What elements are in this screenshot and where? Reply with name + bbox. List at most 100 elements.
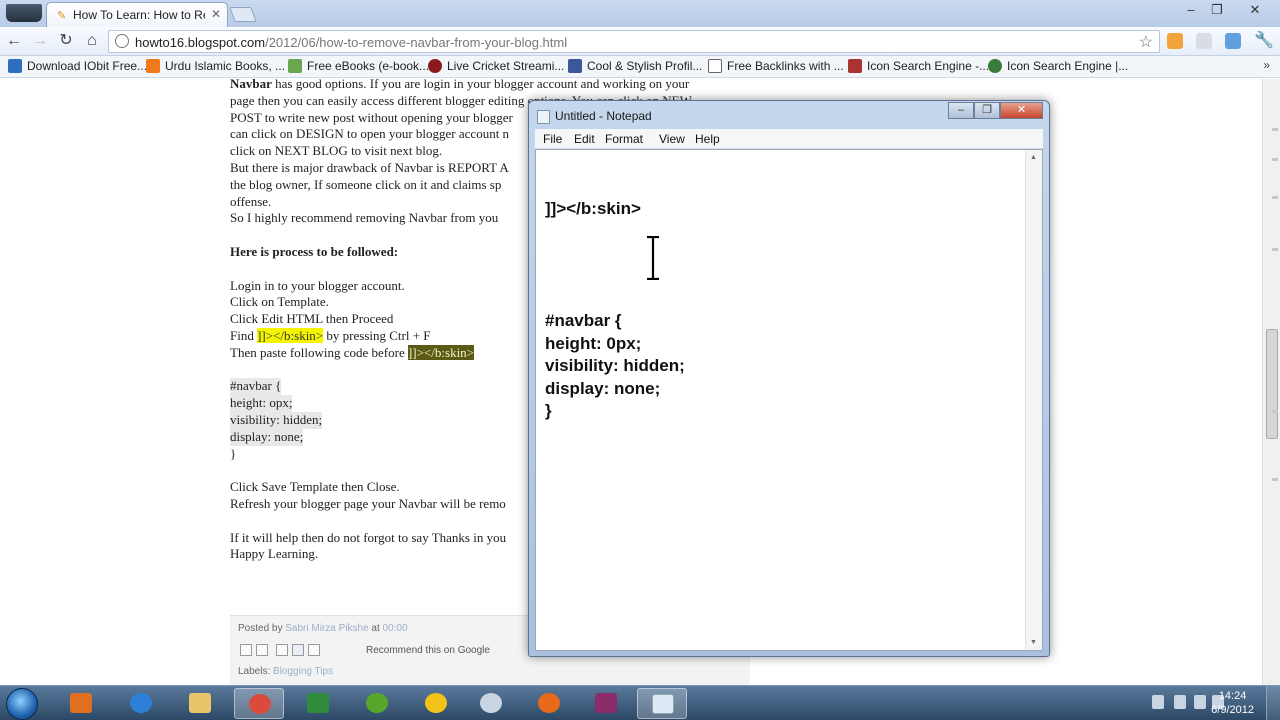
taskbar-excel[interactable]	[293, 688, 343, 719]
notepad-line: height: 0px;	[545, 334, 642, 353]
menu-format[interactable]: Format	[605, 132, 643, 146]
extension-icon[interactable]	[1196, 33, 1212, 49]
wrench-menu-icon[interactable]: 🔧	[1254, 31, 1274, 51]
scroll-up-arrow-icon[interactable]: ▲	[1030, 154, 1037, 161]
scrollbar-marker	[1272, 248, 1278, 251]
bookmark-item[interactable]: Icon Search Engine -...	[848, 59, 989, 75]
notepad-minimize-button[interactable]: ‒	[948, 102, 974, 119]
address-bar[interactable]: howto16.blogspot.com/2012/06/how-to-remo…	[108, 30, 1160, 53]
notepad-titlebar[interactable]: Untitled - Notepad ‒ ❐ ✕	[529, 101, 1049, 129]
bookmarks-bar: Download IObit Free... Urdu Islamic Book…	[0, 56, 1280, 78]
network-status-icon[interactable]	[1194, 695, 1206, 709]
taskbar-notepad[interactable]	[637, 688, 687, 719]
blog-this-icon[interactable]	[256, 644, 268, 656]
menu-view[interactable]: View	[659, 132, 685, 146]
internet-explorer-icon	[130, 693, 152, 713]
bookmark-star-icon[interactable]: ☆	[1139, 32, 1153, 52]
plus-one-icon[interactable]	[308, 644, 320, 656]
minimize-button[interactable]: ‒	[1180, 2, 1202, 17]
taskbar-messenger[interactable]	[411, 688, 461, 719]
start-button[interactable]	[6, 688, 38, 720]
menu-file[interactable]: File	[543, 132, 562, 146]
chrome-icon	[249, 694, 271, 714]
browser-tab[interactable]: ✎ How To Learn: How to Rem ✕	[46, 2, 228, 27]
extension-icon[interactable]	[1167, 33, 1183, 49]
notepad-window[interactable]: Untitled - Notepad ‒ ❐ ✕ File Edit Format …	[528, 100, 1050, 657]
blogger-favicon-icon: ✎	[57, 10, 67, 22]
highlighted-code: ]]></b:skin>	[257, 327, 324, 343]
email-share-icon[interactable]	[240, 644, 252, 656]
notepad-app-icon[interactable]	[537, 110, 550, 124]
notepad-title: Untitled - Notepad	[555, 109, 652, 123]
bookmark-favicon-icon	[708, 59, 722, 73]
browser-toolbar: ← → ↻ ⌂ howto16.blogspot.com/2012/06/how…	[0, 27, 1280, 56]
winrar-icon	[595, 693, 617, 713]
taskbar-explorer[interactable]	[175, 688, 225, 719]
author-link[interactable]: Sabri Mirza Pikshe	[285, 623, 368, 634]
new-tab-button[interactable]	[229, 7, 257, 22]
maximize-button[interactable]: ❐	[1206, 2, 1228, 18]
notepad-maximize-button[interactable]: ❐	[974, 102, 1000, 119]
home-icon[interactable]: ⌂	[82, 31, 102, 51]
tab-title: How To Learn: How to Rem	[73, 8, 205, 22]
notepad-scrollbar[interactable]: ▲ ▼	[1025, 150, 1042, 650]
bookmark-item[interactable]: Free eBooks (e-book...	[288, 59, 429, 75]
menu-help[interactable]: Help	[695, 132, 720, 146]
taskbar-winrar[interactable]	[581, 688, 631, 719]
messenger-icon	[425, 693, 447, 713]
page-scrollbar[interactable]	[1262, 79, 1280, 685]
chart-app-icon	[307, 693, 329, 713]
time-link[interactable]: 00:00	[383, 623, 408, 634]
facebook-share-icon[interactable]	[292, 644, 304, 656]
taskbar-internet-explorer[interactable]	[116, 688, 166, 719]
taskbar-chrome[interactable]	[234, 688, 284, 719]
show-desktop-button[interactable]	[1266, 686, 1280, 720]
labels-text: Labels: Blogging Tips	[238, 666, 334, 677]
tray-app-icon[interactable]	[1174, 695, 1186, 709]
text-cursor-icon	[647, 236, 659, 280]
windows-taskbar: 14:24 6/9/2012	[0, 685, 1280, 720]
browser-tabstrip: ✎ How To Learn: How to Rem ✕ ‒ ❐ ✕	[0, 0, 1280, 27]
folder-icon	[189, 693, 211, 713]
url-text: howto16.blogspot.com/2012/06/how-to-remo…	[135, 35, 568, 50]
bookmark-item[interactable]: Live Cricket Streami...	[428, 59, 564, 75]
reload-icon[interactable]: ↻	[56, 31, 76, 51]
notepad-line: #navbar {	[545, 311, 622, 330]
taskbar-media-player[interactable]	[56, 688, 106, 719]
bookmark-item[interactable]: Cool & Stylish Profil...	[568, 59, 702, 75]
notepad-line: display: none;	[545, 379, 661, 398]
forward-arrow-icon[interactable]: →	[30, 31, 50, 51]
tab-close-icon[interactable]: ✕	[211, 7, 221, 21]
page-scrollbar-thumb[interactable]	[1266, 329, 1278, 439]
network-icon	[480, 693, 502, 713]
taskbar-firefox[interactable]	[524, 688, 574, 719]
back-arrow-icon[interactable]: ←	[4, 31, 24, 51]
bookmark-item[interactable]: Icon Search Engine |...	[988, 59, 1128, 75]
recommend-text[interactable]: Recommend this on Google	[366, 645, 490, 656]
twitter-share-icon[interactable]	[276, 644, 288, 656]
notepad-window-controls: ‒ ❐ ✕	[948, 102, 1043, 121]
bookmarks-overflow-button[interactable]: »	[1263, 58, 1270, 72]
close-window-button[interactable]: ✕	[1244, 2, 1266, 18]
notepad-close-button[interactable]: ✕	[1000, 102, 1043, 119]
posted-by-text: Posted by Sabri Mirza Pikshe at 00:00	[238, 623, 408, 634]
extension-icon[interactable]	[1225, 33, 1241, 49]
notepad-line: visibility: hidden;	[545, 356, 685, 375]
bookmark-favicon-icon	[288, 59, 302, 73]
bookmark-item[interactable]: Free Backlinks with ...	[708, 59, 844, 75]
tray-app-icon[interactable]	[1152, 695, 1164, 709]
taskbar-utorrent[interactable]	[352, 688, 402, 719]
page-info-icon[interactable]	[115, 34, 129, 48]
label-link[interactable]: Blogging Tips	[273, 666, 333, 677]
bookmark-item[interactable]: Download IObit Free...	[8, 59, 147, 75]
taskbar-network[interactable]	[466, 688, 516, 719]
notepad-text-area[interactable]: ]]></b:skin> #navbar { height: 0px; visi…	[535, 149, 1043, 651]
firefox-icon	[538, 693, 560, 713]
menu-edit[interactable]: Edit	[574, 132, 595, 146]
taskbar-clock[interactable]: 14:24 6/9/2012	[1211, 689, 1254, 717]
blogger-favicon-icon	[146, 59, 160, 73]
scroll-down-arrow-icon[interactable]: ▼	[1030, 639, 1037, 646]
chrome-menu-logo[interactable]	[6, 4, 42, 22]
notepad-icon	[652, 694, 674, 714]
bookmark-item[interactable]: Urdu Islamic Books, ...	[146, 59, 285, 75]
